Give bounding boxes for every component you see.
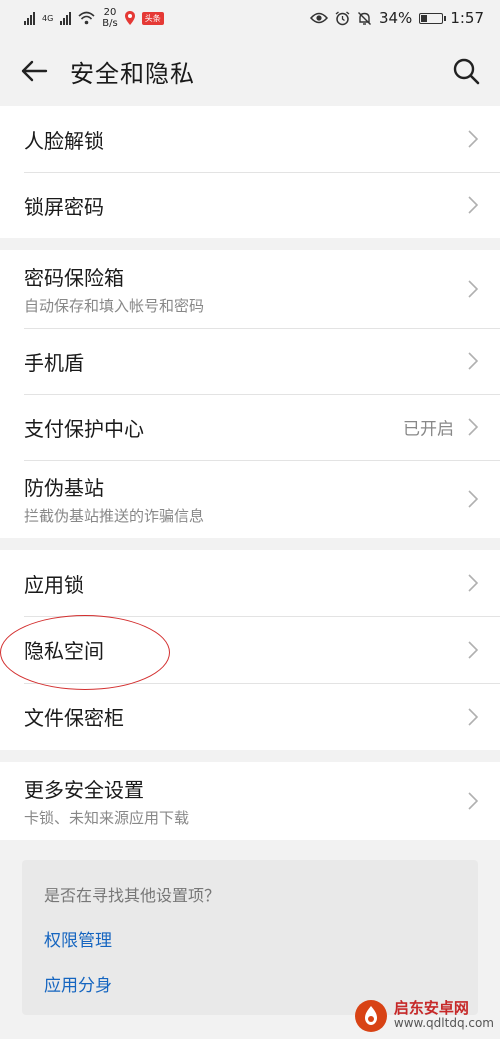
wifi-icon <box>78 11 95 25</box>
status-right: 34% 1:57 <box>309 9 484 27</box>
chevron-right-icon <box>468 280 478 298</box>
status-left: 4G 20 B/s 头条 <box>24 7 164 29</box>
app-header: 安全和隐私 <box>0 36 500 106</box>
link-app-twin[interactable]: 应用分身 <box>44 971 456 996</box>
suggestion-question: 是否在寻找其他设置项？ <box>44 886 221 905</box>
link-permission-management[interactable]: 权限管理 <box>44 926 456 951</box>
row-title: 文件保密柜 <box>24 706 124 730</box>
row-fake-base-station[interactable]: 防伪基站 拦截伪基站推送的诈骗信息 <box>0 460 500 538</box>
chevron-right-icon <box>468 707 478 726</box>
chevron-right-icon <box>468 196 478 214</box>
row-title: 更多安全设置 <box>24 778 144 802</box>
row-password-vault[interactable]: 密码保险箱 自动保存和填入帐号和密码 <box>0 250 500 328</box>
row-lock-screen-password[interactable]: 锁屏密码 <box>0 172 500 238</box>
chevron-right-icon <box>468 490 478 508</box>
row-subtitle: 自动保存和填入帐号和密码 <box>24 297 205 315</box>
row-title: 支付保护中心 <box>24 416 144 441</box>
chevron-right-icon <box>468 640 478 659</box>
chevron-right-icon <box>468 130 478 148</box>
network-type-label: 4G <box>42 13 54 23</box>
watermark-name: 启东安卓网 <box>393 999 469 1017</box>
signal-icon-1 <box>24 11 35 25</box>
clock: 1:57 <box>450 9 484 27</box>
row-subtitle: 拦截伪基站推送的诈骗信息 <box>24 507 205 525</box>
row-title: 锁屏密码 <box>24 194 104 219</box>
battery-icon <box>419 12 447 24</box>
chevron-right-icon <box>468 792 478 810</box>
watermark-url: www.qdltdq.com <box>393 1016 494 1030</box>
row-title: 手机盾 <box>24 350 84 375</box>
eye-icon <box>309 12 328 24</box>
suggestion-card: 是否在寻找其他设置项？ 权限管理 应用分身 <box>22 860 478 1015</box>
alarm-icon <box>335 10 350 25</box>
chevron-right-icon <box>468 574 478 592</box>
row-app-lock[interactable]: 应用锁 <box>0 550 500 616</box>
row-subtitle: 卡锁、未知来源应用下载 <box>24 809 190 827</box>
row-status-value: 已开启 <box>403 419 454 440</box>
settings-group-2: 密码保险箱 自动保存和填入帐号和密码 手机盾 支付保护中心 已开启 防伪基站 拦… <box>0 250 500 538</box>
row-title: 应用锁 <box>24 572 84 597</box>
settings-group-1: 人脸解锁 锁屏密码 <box>0 106 500 238</box>
app-notification-badge: 头条 <box>141 11 164 25</box>
back-arrow-icon[interactable] <box>20 59 48 83</box>
chevron-right-icon <box>468 352 478 370</box>
status-bar: 4G 20 B/s 头条 34% 1:57 <box>0 0 500 36</box>
row-file-safe[interactable]: 文件保密柜 <box>0 683 500 750</box>
net-speed: 20 B/s <box>102 7 117 29</box>
row-title: 密码保险箱 <box>24 266 124 290</box>
row-title: 防伪基站 <box>24 476 104 500</box>
page-title: 安全和隐私 <box>70 59 195 88</box>
row-phone-shield[interactable]: 手机盾 <box>0 328 500 394</box>
net-speed-unit: B/s <box>102 18 118 29</box>
row-payment-protection[interactable]: 支付保护中心 已开启 <box>0 394 500 460</box>
watermark-logo-icon <box>354 1000 387 1032</box>
signal-icon-2 <box>60 11 72 25</box>
row-face-unlock[interactable]: 人脸解锁 <box>0 106 500 172</box>
row-title: 人脸解锁 <box>24 128 104 153</box>
annotation-circle <box>0 615 170 690</box>
search-icon[interactable] <box>452 57 480 85</box>
row-more-security-settings[interactable]: 更多安全设置 卡锁、未知来源应用下载 <box>0 762 500 840</box>
location-pin-icon <box>124 11 135 25</box>
watermark: 启东安卓网 www.qdltdq.com <box>354 999 494 1033</box>
battery-percent: 34% <box>378 9 413 27</box>
chevron-right-icon <box>468 418 478 436</box>
settings-group-4: 更多安全设置 卡锁、未知来源应用下载 <box>0 762 500 840</box>
mute-bell-icon <box>357 11 371 25</box>
net-speed-value: 20 <box>103 7 117 18</box>
